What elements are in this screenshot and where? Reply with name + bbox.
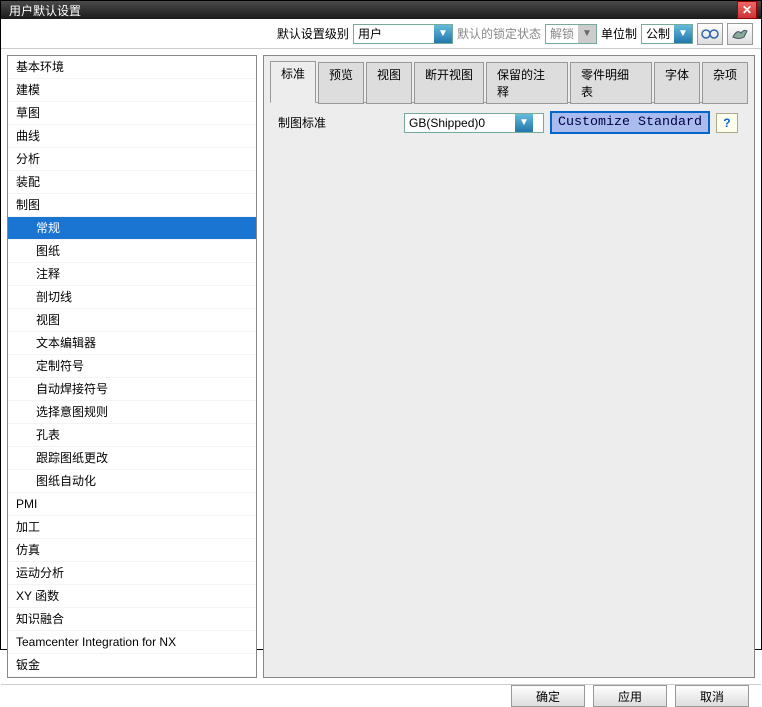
tree-item[interactable]: Teamcenter Integration for NX <box>8 631 256 654</box>
standard-combo[interactable]: GB(Shipped)0 ▼ <box>404 113 544 133</box>
chevron-down-icon[interactable]: ▼ <box>434 25 452 43</box>
tree-child-item[interactable]: 剖切线 <box>8 286 256 309</box>
window-title: 用户默认设置 <box>9 2 737 19</box>
tree-item[interactable]: 基本环境 <box>8 56 256 79</box>
tab-1[interactable]: 预览 <box>318 62 364 104</box>
tree-item[interactable]: 草图 <box>8 102 256 125</box>
help-icon[interactable]: ? <box>716 113 738 133</box>
apply-button[interactable]: 应用 <box>593 685 667 707</box>
toolbar: 默认设置级别 用户 ▼ 默认的锁定状态 解锁 ▼ 单位制 公制 ▼ <box>1 19 761 49</box>
tree-child-item[interactable]: 常规 <box>8 217 256 240</box>
customize-standard-button[interactable]: Customize Standard <box>550 111 710 134</box>
body: 基本环境建模草图曲线分析装配制图常规图纸注释剖切线视图文本编辑器定制符号自动焊接… <box>1 49 761 684</box>
tab-6[interactable]: 字体 <box>654 62 700 104</box>
tree-item[interactable]: 分析 <box>8 148 256 171</box>
standard-value: GB(Shipped)0 <box>405 116 515 130</box>
tab-7[interactable]: 杂项 <box>702 62 748 104</box>
tab-2[interactable]: 视图 <box>366 62 412 104</box>
level-combo[interactable]: 用户 ▼ <box>353 24 453 44</box>
unit-value: 公制 <box>642 25 674 42</box>
tree-child-item[interactable]: 文本编辑器 <box>8 332 256 355</box>
navigation-tree: 基本环境建模草图曲线分析装配制图常规图纸注释剖切线视图文本编辑器定制符号自动焊接… <box>7 55 257 678</box>
tree-item[interactable]: 钣金 <box>8 654 256 677</box>
goggles-icon[interactable] <box>697 23 723 45</box>
lock-value: 解锁 <box>546 25 578 42</box>
bird-icon[interactable] <box>727 23 753 45</box>
tree-item[interactable]: XY 函数 <box>8 585 256 608</box>
chevron-down-icon: ▼ <box>578 25 596 43</box>
tree-item[interactable]: 装配 <box>8 171 256 194</box>
tree-child-item[interactable]: 视图 <box>8 309 256 332</box>
tab-5[interactable]: 零件明细表 <box>570 62 652 104</box>
level-value: 用户 <box>354 25 434 42</box>
title-bar: 用户默认设置 ✕ <box>1 1 761 19</box>
tree-child-item[interactable]: 定制符号 <box>8 355 256 378</box>
tab-bar: 标准预览视图断开视图保留的注释零件明细表字体杂项 <box>264 56 754 102</box>
tree-item[interactable]: 加工 <box>8 516 256 539</box>
tab-0[interactable]: 标准 <box>270 61 316 103</box>
tree-child-item[interactable]: 跟踪图纸更改 <box>8 447 256 470</box>
tree-item[interactable]: 曲线 <box>8 125 256 148</box>
standard-row: 制图标准 GB(Shipped)0 ▼ Customize Standard ? <box>278 111 740 134</box>
unit-combo[interactable]: 公制 ▼ <box>641 24 693 44</box>
tree-item[interactable]: PMI <box>8 493 256 516</box>
tree-item[interactable]: 运动分析 <box>8 562 256 585</box>
cancel-button[interactable]: 取消 <box>675 685 749 707</box>
standard-label: 制图标准 <box>278 114 398 131</box>
lock-combo: 解锁 ▼ <box>545 24 597 44</box>
level-label: 默认设置级别 <box>277 25 349 42</box>
tree-item[interactable]: 建模 <box>8 79 256 102</box>
lock-label: 默认的锁定状态 <box>457 25 541 42</box>
close-icon[interactable]: ✕ <box>737 1 757 19</box>
tree-child-item[interactable]: 自动焊接符号 <box>8 378 256 401</box>
tab-content: 制图标准 GB(Shipped)0 ▼ Customize Standard ? <box>270 102 748 671</box>
dialog-window: 用户默认设置 ✕ 默认设置级别 用户 ▼ 默认的锁定状态 解锁 ▼ 单位制 公制… <box>0 0 762 650</box>
tab-3[interactable]: 断开视图 <box>414 62 484 104</box>
chevron-down-icon[interactable]: ▼ <box>515 114 533 132</box>
tree-child-item[interactable]: 图纸 <box>8 240 256 263</box>
tree-child-item[interactable]: 图纸自动化 <box>8 470 256 493</box>
tree-item[interactable]: 仿真 <box>8 539 256 562</box>
unit-label: 单位制 <box>601 25 637 42</box>
chevron-down-icon[interactable]: ▼ <box>674 25 692 43</box>
tree-scroll[interactable]: 基本环境建模草图曲线分析装配制图常规图纸注释剖切线视图文本编辑器定制符号自动焊接… <box>8 56 256 677</box>
content-pane: 标准预览视图断开视图保留的注释零件明细表字体杂项 制图标准 GB(Shipped… <box>263 55 755 678</box>
tree-child-item[interactable]: 孔表 <box>8 424 256 447</box>
tree-item[interactable]: 制图 <box>8 194 256 217</box>
ok-button[interactable]: 确定 <box>511 685 585 707</box>
tree-child-item[interactable]: 选择意图规则 <box>8 401 256 424</box>
tree-child-item[interactable]: 注释 <box>8 263 256 286</box>
footer: 确定 应用 取消 <box>1 684 761 707</box>
tab-4[interactable]: 保留的注释 <box>486 62 568 104</box>
tree-item[interactable]: 知识融合 <box>8 608 256 631</box>
